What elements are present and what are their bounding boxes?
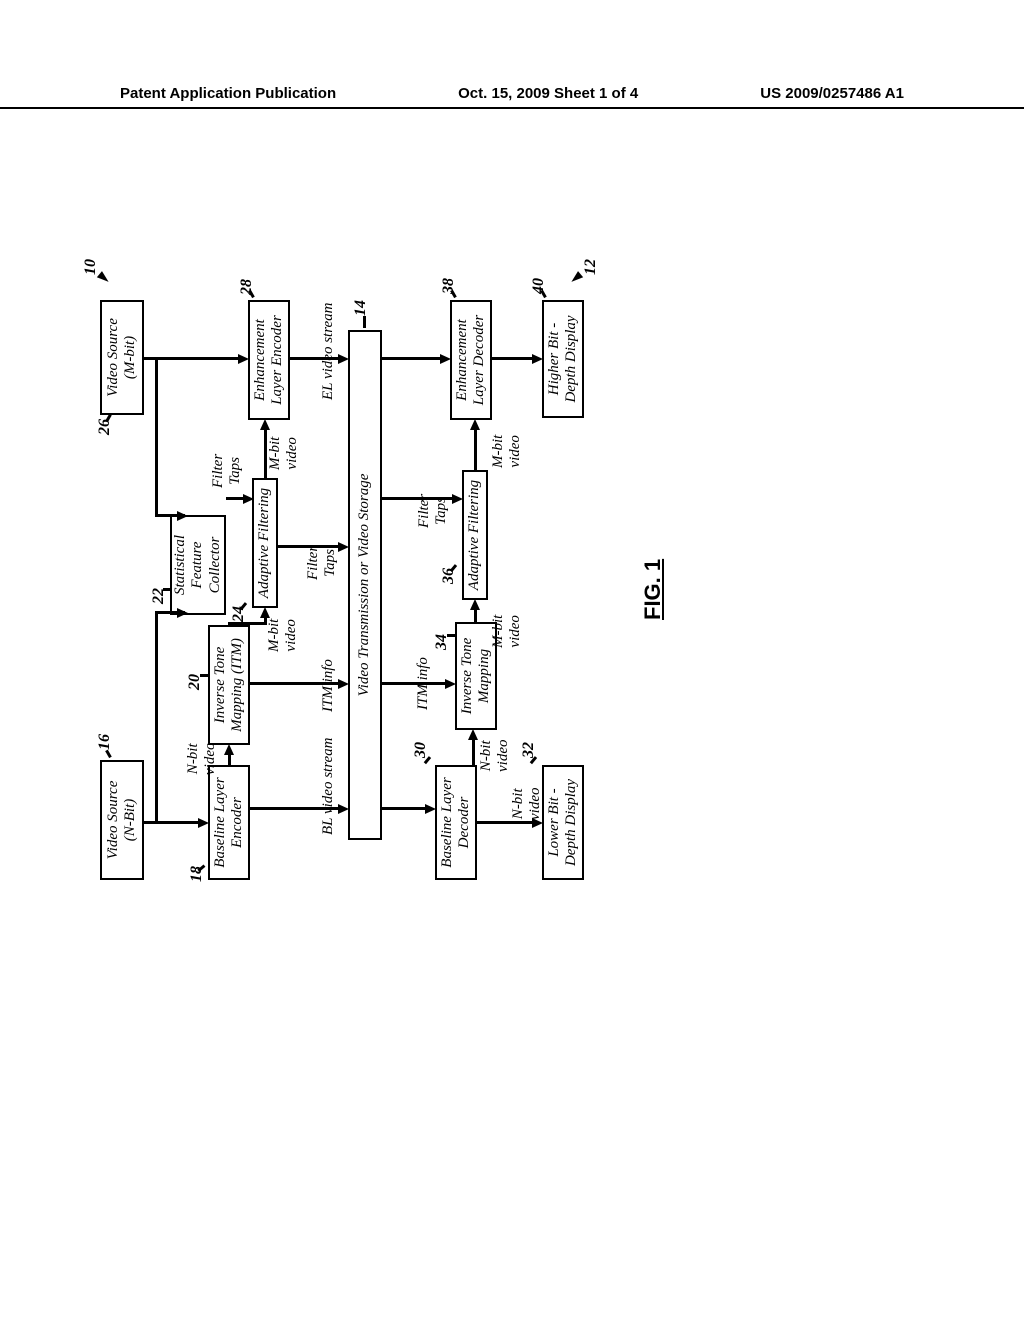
label-filter-taps-2: Filter Taps	[416, 494, 449, 528]
box-el-encoder: Enhancement Layer Encoder	[248, 300, 290, 420]
ref-38: 38	[440, 278, 458, 294]
ref-28: 28	[238, 279, 256, 295]
ref-16: 16	[96, 734, 114, 750]
label-mbit-3: M-bit video	[490, 615, 523, 648]
label-el-stream: EL video stream	[320, 303, 337, 401]
box-lower-display: Lower Bit - Depth Display	[542, 765, 584, 880]
label-mbit-4: M-bit video	[490, 435, 523, 468]
ref-14: 14	[352, 300, 370, 316]
box-adaptive-enc: Adaptive Filtering	[252, 478, 278, 608]
box-video-source-m: Video Source (M-bit)	[100, 300, 144, 415]
label-nbit-3: N-bit video	[510, 788, 543, 820]
page-header: Patent Application Publication Oct. 15, …	[0, 85, 1024, 109]
label-itm-info-2: ITM info	[415, 657, 432, 710]
ref-40: 40	[530, 278, 548, 294]
box-el-decoder: Enhancement Layer Decoder	[450, 300, 492, 420]
box-itm-enc: Inverse Tone Mapping (ITM)	[208, 625, 250, 745]
figure-label: FIG. 1	[640, 559, 666, 620]
label-mbit-1: M-bit video	[266, 619, 299, 652]
label-filter-taps-side: Filter Taps	[305, 546, 338, 580]
ref-30: 30	[412, 742, 430, 758]
header-right: US 2009/0257486 A1	[760, 85, 904, 107]
box-bl-decoder: Baseline Layer Decoder	[435, 765, 477, 880]
label-mbit-2: M-bit video	[267, 437, 300, 470]
box-transmission: Video Transmission or Video Storage	[348, 330, 382, 840]
header-left: Patent Application Publication	[120, 85, 336, 107]
box-bl-encoder: Baseline Layer Encoder	[208, 765, 250, 880]
ref-26: 26	[96, 419, 114, 435]
label-filter-taps-1: Filter Taps	[210, 454, 243, 488]
ref-10: 10	[82, 259, 100, 275]
box-adaptive-dec: Adaptive Filtering	[462, 470, 488, 600]
label-nbit-1: N-bit video	[185, 743, 218, 775]
label-nbit-2: N-bit video	[478, 740, 511, 772]
box-higher-display: Higher Bit - Depth Display	[542, 300, 584, 418]
ref-12: 12	[582, 259, 600, 275]
box-video-source-n: Video Source (N-Bit)	[100, 760, 144, 880]
box-stat-feature: Statistical Feature Collector	[170, 515, 226, 615]
label-itm-info-1: ITM info	[320, 659, 337, 712]
block-diagram: Video Source (N-Bit) 16 Video Source (M-…	[100, 300, 740, 880]
label-bl-stream: BL video stream	[320, 738, 337, 836]
header-middle: Oct. 15, 2009 Sheet 1 of 4	[458, 85, 638, 107]
